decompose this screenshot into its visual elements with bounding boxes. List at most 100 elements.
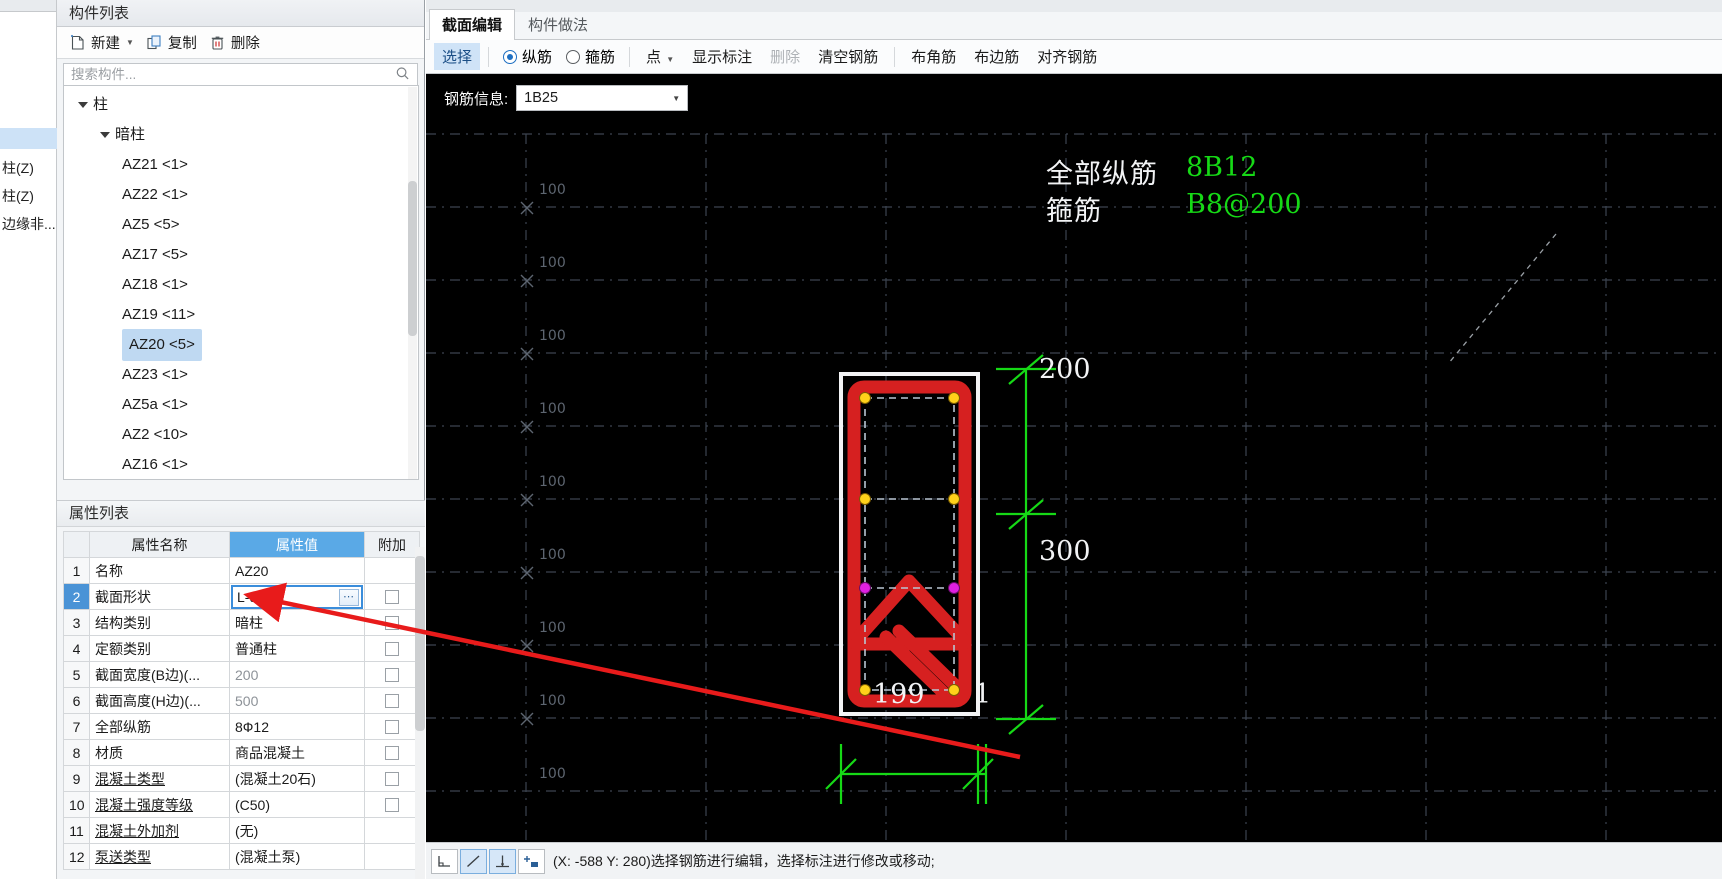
property-row[interactable]: 5 截面宽度(B边)(... 200 xyxy=(63,661,420,688)
property-extra-checkbox[interactable] xyxy=(385,589,399,604)
property-extra-checkbox[interactable] xyxy=(385,641,399,656)
chevron-down-icon[interactable] xyxy=(100,132,110,138)
tree-item[interactable]: AZ20 <5> xyxy=(64,329,418,361)
edge-rebar-button[interactable]: 布边筋 xyxy=(966,43,1027,70)
tab-component-method[interactable]: 构件做法 xyxy=(515,9,601,40)
property-extra-cell[interactable] xyxy=(364,609,420,636)
property-extra-checkbox[interactable] xyxy=(385,667,399,682)
property-extra-checkbox[interactable] xyxy=(385,693,399,708)
tree-item[interactable]: AZ2 <10> xyxy=(64,420,418,450)
tree-item[interactable]: AZ23 <1> xyxy=(64,360,418,390)
longitudinal-rebar-radio[interactable]: 纵筋 xyxy=(497,44,558,69)
tree-item-label: AZ22 <1> xyxy=(122,186,188,203)
align-rebar-button[interactable]: 对齐钢筋 xyxy=(1029,43,1105,70)
tree-item-label: AZ17 <5> xyxy=(122,246,188,263)
property-value-cell[interactable]: (混凝土20石) xyxy=(229,765,365,792)
property-row[interactable]: 6 截面高度(H边)(... 500 xyxy=(63,687,420,714)
property-row[interactable]: 7 全部纵筋 8Ф12 xyxy=(63,713,420,740)
new-component-button[interactable]: 新建 ▼ xyxy=(65,30,138,55)
section-drawing-canvas[interactable]: 钢筋信息: 1B25 ▼ 100 100 100 100 100 100 100… xyxy=(426,74,1722,842)
tree-item[interactable]: AZ16 <1> xyxy=(64,450,418,479)
clear-rebar-button[interactable]: 清空钢筋 xyxy=(810,43,886,70)
property-value-cell[interactable]: (混凝土泵) xyxy=(229,843,365,870)
far-left-row-label: 边缘非... xyxy=(2,216,56,232)
property-extra-cell[interactable] xyxy=(364,661,420,688)
far-left-row-2[interactable]: 边缘非... xyxy=(0,211,57,238)
property-value-cell[interactable]: (C50) xyxy=(229,791,365,818)
tree-item[interactable]: 暗柱 xyxy=(64,120,418,150)
tree-item[interactable]: AZ21 <1> xyxy=(64,150,418,180)
search-input[interactable] xyxy=(69,66,395,83)
property-value-cell[interactable]: 普通柱 xyxy=(229,635,365,662)
line-snap-icon[interactable] xyxy=(460,848,487,874)
property-extra-checkbox[interactable] xyxy=(385,797,399,812)
property-name-cell: 截面宽度(B边)(... xyxy=(89,661,230,688)
component-list-toolbar: 新建 ▼ 复制 删除 xyxy=(57,27,424,59)
property-extra-checkbox[interactable] xyxy=(385,771,399,786)
tree-item[interactable]: AZ5a <1> xyxy=(64,390,418,420)
property-row[interactable]: 9 混凝土类型 (混凝土20石) xyxy=(63,765,420,792)
property-row[interactable]: 11 混凝土外加剂 (无) xyxy=(63,817,420,844)
tab-section-edit[interactable]: 截面编辑 xyxy=(429,9,516,40)
property-extra-cell[interactable] xyxy=(364,791,420,818)
property-row[interactable]: 4 定额类别 普通柱 xyxy=(63,635,420,662)
property-value-cell[interactable]: 暗柱 xyxy=(229,609,365,636)
property-extra-checkbox[interactable] xyxy=(385,615,399,630)
add-point-icon[interactable] xyxy=(518,848,545,874)
property-extra-checkbox[interactable] xyxy=(385,745,399,760)
property-value-cell[interactable]: AZ20 xyxy=(229,557,365,584)
tree-item[interactable]: AZ18 <1> xyxy=(64,270,418,300)
property-value-cell[interactable]: L-d形 ⋯ xyxy=(229,583,365,610)
property-value-cell[interactable]: 商品混凝土 xyxy=(229,739,365,766)
property-value-cell[interactable]: 200 xyxy=(229,661,365,688)
far-left-row-1[interactable]: 柱(Z) xyxy=(0,183,57,210)
tree-item[interactable]: AZ22 <1> xyxy=(64,180,418,210)
property-row[interactable]: 3 结构类别 暗柱 xyxy=(63,609,420,636)
corner-rebar-button[interactable]: 布角筋 xyxy=(903,43,964,70)
search-icon[interactable] xyxy=(395,66,412,83)
property-extra-cell[interactable] xyxy=(364,713,420,740)
delete-component-button[interactable]: 删除 xyxy=(205,30,264,55)
chevron-down-icon[interactable]: ▼ xyxy=(666,55,674,64)
ellipsis-button[interactable]: ⋯ xyxy=(339,588,359,606)
chevron-down-icon[interactable] xyxy=(78,102,88,108)
tree-item[interactable]: 柱 xyxy=(64,90,418,120)
copy-component-label: 复制 xyxy=(167,36,197,52)
property-extra-checkbox[interactable] xyxy=(385,719,399,734)
ruler-label: 100 xyxy=(539,474,566,490)
point-tool-button[interactable]: 点 ▼ xyxy=(638,43,682,70)
property-row[interactable]: 8 材质 商品混凝土 xyxy=(63,739,420,766)
property-row-index: 3 xyxy=(63,609,90,636)
property-scrollbar-thumb[interactable] xyxy=(415,556,425,731)
property-value-cell[interactable]: 500 xyxy=(229,687,365,714)
property-value-cell[interactable]: 8Ф12 xyxy=(229,713,365,740)
component-tree-scrollbar-thumb[interactable] xyxy=(408,181,417,336)
property-extra-cell[interactable] xyxy=(364,635,420,662)
perpendicular-snap-icon[interactable] xyxy=(489,848,516,874)
property-row[interactable]: 12 泵送类型 (混凝土泵) xyxy=(63,843,420,870)
chevron-down-icon[interactable]: ▼ xyxy=(126,38,134,47)
component-search-box[interactable] xyxy=(63,63,418,86)
property-row[interactable]: 10 混凝土强度等级 (C50) xyxy=(63,791,420,818)
property-list-panel: 属性列表 属性名称 属性值 附加 1 名称 AZ20 2 截面形状 L-d形 ⋯ 3 结构类别暗… xyxy=(57,500,425,879)
component-tree[interactable]: 柱暗柱 AZ21 <1> AZ22 <1> AZ5 <5> AZ17 <5> AZ18 <… xyxy=(63,85,419,480)
property-row-index: 7 xyxy=(63,713,90,740)
select-tool-button[interactable]: 选择 xyxy=(434,43,481,70)
copy-component-button[interactable]: 复制 xyxy=(142,30,201,55)
show-dimension-button[interactable]: 显示标注 xyxy=(684,43,760,70)
property-row[interactable]: 2 截面形状 L-d形 ⋯ xyxy=(63,583,420,610)
property-extra-cell[interactable] xyxy=(364,687,420,714)
property-value-editor[interactable]: L-d形 ⋯ xyxy=(231,584,363,609)
property-row[interactable]: 1 名称 AZ20 xyxy=(63,557,420,584)
corner-snap-icon[interactable] xyxy=(431,848,458,874)
stirrup-label: 箍筋 xyxy=(585,49,616,66)
tree-item[interactable]: AZ19 <11> xyxy=(64,300,418,330)
tree-item[interactable]: AZ17 <5> xyxy=(64,240,418,270)
property-extra-cell[interactable] xyxy=(364,765,420,792)
far-left-row-0[interactable]: 柱(Z) xyxy=(0,155,57,182)
property-value-cell[interactable]: (无) xyxy=(229,817,365,844)
tree-item[interactable]: AZ5 <5> xyxy=(64,210,418,240)
property-extra-cell[interactable] xyxy=(364,739,420,766)
stirrup-radio[interactable]: 箍筋 xyxy=(560,44,621,69)
property-extra-cell[interactable] xyxy=(364,583,420,610)
